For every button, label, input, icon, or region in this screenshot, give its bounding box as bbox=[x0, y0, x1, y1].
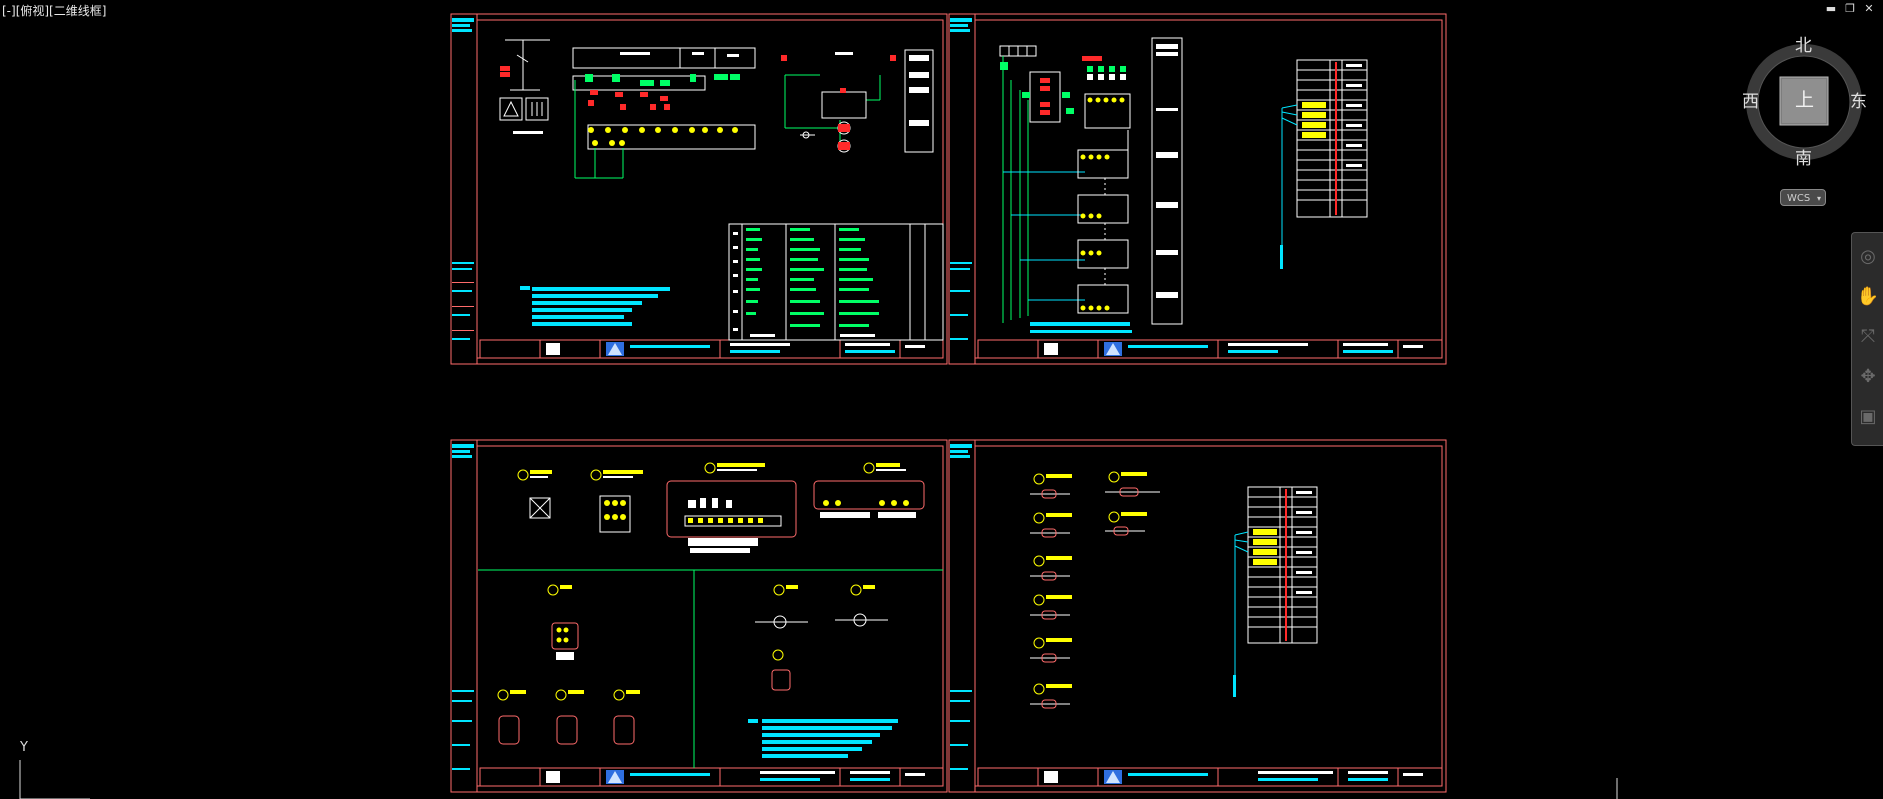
drawing-sheet[interactable] bbox=[948, 13, 1447, 365]
compass-north-label[interactable]: 北 bbox=[1795, 37, 1812, 55]
ucs-icon bbox=[19, 760, 90, 799]
drawing-sheet[interactable] bbox=[948, 439, 1447, 793]
compass-west-label[interactable]: 西 bbox=[1742, 93, 1759, 111]
chevron-down-icon: ▾ bbox=[1816, 194, 1821, 203]
ucs-y-label: Y bbox=[20, 740, 28, 755]
wcs-label: WCS bbox=[1787, 193, 1811, 204]
steering-wheel-icon[interactable]: ◎ bbox=[1856, 245, 1880, 269]
pan-hand-icon[interactable]: ✋ bbox=[1856, 285, 1880, 309]
navigation-bar[interactable]: ◎ ✋ ⤧ ✥ ▣ bbox=[1851, 232, 1883, 446]
drawing-canvas[interactable] bbox=[0, 0, 1883, 799]
compass-south-label[interactable]: 南 bbox=[1795, 150, 1812, 168]
drawing-sheet[interactable] bbox=[450, 13, 948, 365]
showmotion-icon[interactable]: ▣ bbox=[1856, 405, 1880, 429]
compass-east-label[interactable]: 东 bbox=[1850, 93, 1867, 111]
drawing-sheet[interactable] bbox=[450, 439, 948, 793]
wcs-menu[interactable]: WCS ▾ bbox=[1780, 189, 1826, 206]
viewcube-top-face[interactable]: 上 bbox=[1795, 91, 1814, 110]
orbit-icon[interactable]: ✥ bbox=[1856, 365, 1880, 389]
zoom-extents-icon[interactable]: ⤧ bbox=[1856, 325, 1880, 349]
